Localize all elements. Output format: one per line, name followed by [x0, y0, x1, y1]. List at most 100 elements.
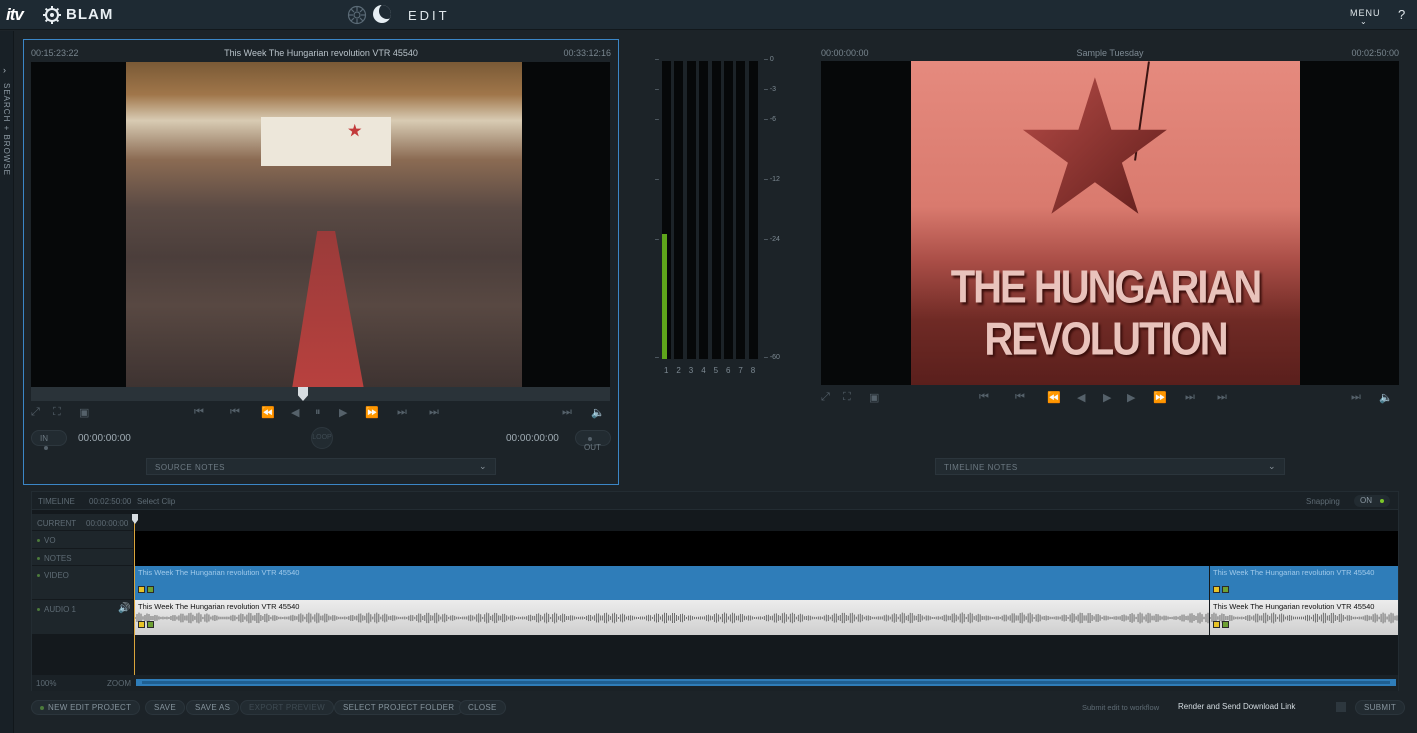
fast-forward-icon[interactable]: ⏩ — [1153, 391, 1167, 404]
source-scrub-bar[interactable] — [31, 387, 610, 401]
skip-back-icon[interactable]: ⏮ — [1015, 391, 1025, 404]
meter-channel-label: 7 — [738, 366, 743, 375]
save-button[interactable]: SAVE — [145, 700, 185, 715]
search-browse-rail[interactable]: › SEARCH + BROWSE ‹ — [0, 31, 14, 733]
fullscreen-icon[interactable]: ⤢ — [821, 391, 830, 404]
track-lane-vo[interactable] — [134, 531, 1398, 549]
workflow-label: Submit edit to workflow — [1082, 703, 1160, 712]
camera-icon[interactable]: ▣ — [869, 391, 879, 404]
track-label-audio-1[interactable]: AUDIO 1 🔊 — [32, 600, 133, 635]
go-to-in-icon[interactable]: ⏮ — [194, 406, 204, 419]
meter-channel-3 — [686, 61, 696, 359]
clip-markers — [1213, 615, 1231, 633]
mark-out-button[interactable]: OUT — [575, 430, 611, 452]
playhead[interactable] — [134, 514, 135, 678]
timeline-header: TIMELINE 00:02:50:00 Select Clip Snappin… — [32, 492, 1398, 510]
link-icon[interactable] — [1222, 621, 1229, 628]
play-icon[interactable]: ▶ — [1103, 391, 1111, 404]
zoom-scrollbar-thumb[interactable] — [142, 681, 1390, 684]
go-to-in-icon[interactable]: ⏮ — [979, 391, 989, 404]
skip-back-icon[interactable]: ⏮ — [230, 406, 240, 419]
search-browse-label[interactable]: SEARCH + BROWSE — [2, 83, 11, 176]
skip-forward-icon[interactable]: ⏭ — [1185, 391, 1195, 404]
camera-icon[interactable]: ▣ — [79, 406, 89, 419]
help-button[interactable]: ? — [1398, 7, 1405, 22]
fullscreen-icon[interactable]: ⤢ — [31, 406, 40, 419]
step-forward-icon[interactable]: ▶ — [339, 406, 347, 419]
track-label-video[interactable]: VIDEO — [32, 566, 133, 600]
go-to-out-icon[interactable]: ⏭ — [429, 406, 439, 419]
meter-channel-label: 2 — [676, 366, 681, 375]
chevron-down-icon[interactable]: ⌄ — [1360, 17, 1367, 26]
video-clip[interactable]: This Week The Hungarian revolution VTR 4… — [1209, 566, 1398, 600]
track-lane-notes[interactable] — [134, 549, 1398, 566]
blam-gear-icon — [43, 6, 61, 24]
volume-icon[interactable]: 🔈 — [591, 406, 605, 419]
source-video[interactable] — [31, 62, 610, 387]
export-preview-button[interactable]: EXPORT PREVIEW — [240, 700, 334, 715]
edit-icon[interactable] — [138, 586, 145, 593]
expand-view-icon[interactable]: ⛶ — [843, 391, 851, 404]
timeline-panel[interactable]: TIMELINE 00:02:50:00 Select Clip Snappin… — [31, 491, 1399, 691]
dropdown-toggle-icon[interactable] — [1336, 702, 1346, 712]
meter-channel-label: 1 — [664, 366, 669, 375]
source-notes-dropdown[interactable]: SOURCE NOTES ⌄ — [146, 458, 496, 475]
snapping-on-indicator — [1380, 499, 1384, 503]
skip-forward-icon[interactable]: ⏭ — [397, 406, 407, 419]
edit-icon[interactable] — [1213, 586, 1220, 593]
audio-clip[interactable]: This Week The Hungarian revolution VTR 4… — [1209, 600, 1398, 635]
snapping-label: Snapping — [1306, 497, 1340, 506]
clip-title: This Week The Hungarian revolution VTR 4… — [1213, 568, 1375, 577]
workflow-dropdown[interactable]: Render and Send Download Link — [1173, 699, 1348, 715]
new-edit-project-button[interactable]: NEW EDIT PROJECT — [31, 700, 141, 715]
step-forward-icon[interactable]: ▶ — [1127, 391, 1135, 404]
expand-icon[interactable]: › — [3, 65, 6, 75]
volume-icon[interactable]: 🔈 — [1379, 391, 1393, 404]
meter-scale-label: – -6 — [764, 116, 777, 123]
rewind-icon[interactable]: ⏪ — [1047, 391, 1061, 404]
zoom-scrollbar[interactable] — [134, 677, 1398, 688]
step-back-icon[interactable]: ◀ — [291, 406, 299, 419]
pause-icon[interactable]: ⏸ — [315, 406, 321, 419]
select-project-folder-button[interactable]: SELECT PROJECT FOLDER — [334, 700, 464, 715]
source-tc-end: 00:33:12:16 — [563, 48, 611, 58]
dark-mode-icon[interactable] — [373, 5, 391, 23]
save-as-button[interactable]: SAVE AS — [186, 700, 240, 715]
program-video[interactable]: THE HUNGARIAN REVOLUTION — [821, 61, 1399, 385]
go-to-end-icon[interactable]: ⏭ — [562, 406, 572, 419]
audio-clip[interactable]: This Week The Hungarian revolution VTR 4… — [134, 600, 1209, 635]
meter-tick-left: – — [655, 56, 659, 63]
track-label-vo[interactable]: VO — [32, 531, 133, 549]
snapping-toggle[interactable]: ON — [1354, 495, 1390, 507]
edit-icon[interactable] — [138, 621, 145, 628]
timeline-viewer[interactable]: 00:00:00:00 Sample Tuesday 00:02:50:00 T… — [813, 41, 1407, 481]
track-lane-audio-1[interactable]: This Week The Hungarian revolution VTR 4… — [134, 600, 1398, 635]
loop-button[interactable]: LOOP — [311, 427, 333, 449]
zoom-row: 100% ZOOM — [32, 675, 1398, 691]
source-scrub-handle[interactable] — [298, 387, 308, 401]
light-mode-icon[interactable] — [347, 5, 367, 25]
go-to-end-icon[interactable]: ⏭ — [1351, 391, 1361, 404]
step-back-icon[interactable]: ◀ — [1077, 391, 1085, 404]
timeline-notes-dropdown[interactable]: TIMELINE NOTES ⌄ — [935, 458, 1285, 475]
rewind-icon[interactable]: ⏪ — [261, 406, 275, 419]
time-ruler[interactable] — [134, 514, 1398, 531]
fast-forward-icon[interactable]: ⏩ — [365, 406, 379, 419]
source-frame — [126, 62, 522, 387]
mark-in-button[interactable]: IN — [31, 430, 67, 450]
edit-icon[interactable] — [1213, 621, 1220, 628]
link-icon[interactable] — [1222, 586, 1229, 593]
track-label-notes[interactable]: NOTES — [32, 549, 133, 566]
speaker-icon[interactable]: 🔊 — [118, 603, 130, 614]
meter-scale-label: – -12 — [764, 176, 780, 183]
go-to-out-icon[interactable]: ⏭ — [1217, 391, 1227, 404]
track-lane-video[interactable]: This Week The Hungarian revolution VTR 4… — [134, 566, 1398, 600]
close-button[interactable]: CLOSE — [459, 700, 506, 715]
source-viewer[interactable]: 00:15:23:22 This Week The Hungarian revo… — [23, 39, 619, 485]
video-clip[interactable]: This Week The Hungarian revolution VTR 4… — [134, 566, 1209, 600]
expand-view-icon[interactable]: ⛶ — [53, 406, 61, 419]
link-icon[interactable] — [147, 586, 154, 593]
zoom-percent: 100% — [36, 679, 57, 688]
submit-button[interactable]: SUBMIT — [1355, 700, 1406, 715]
link-icon[interactable] — [147, 621, 154, 628]
